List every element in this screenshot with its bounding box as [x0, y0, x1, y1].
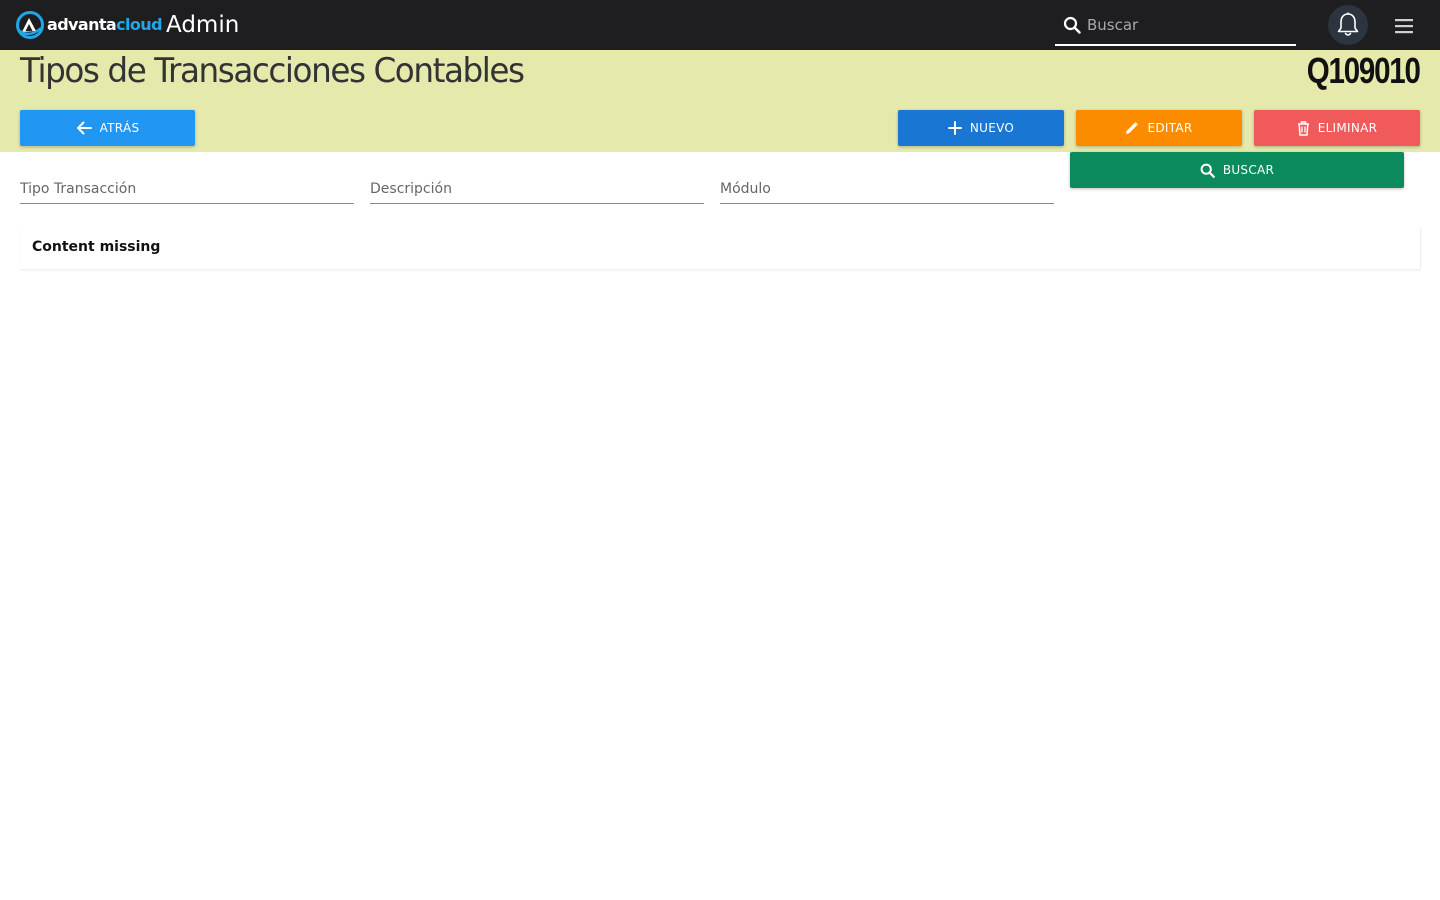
- global-search[interactable]: [1055, 6, 1296, 46]
- results-panel: Content missing: [20, 228, 1421, 270]
- top-navbar: advantacloud Admin: [0, 0, 1440, 50]
- new-button-label: NUEVO: [969, 121, 1015, 135]
- content-missing-message: Content missing: [32, 239, 161, 255]
- search-icon: [1200, 163, 1215, 178]
- brand-name: advantacloud: [47, 11, 163, 39]
- app-title: Admin: [166, 12, 240, 38]
- tipo-transaccion-field: [20, 175, 354, 204]
- delete-button-label: ELIMINAR: [1317, 121, 1378, 135]
- back-button-label: ATRÁS: [99, 121, 140, 135]
- global-search-input[interactable]: [1087, 16, 1287, 34]
- descripcion-input[interactable]: [370, 175, 704, 203]
- main-menu-button[interactable]: [1389, 11, 1419, 41]
- new-button[interactable]: NUEVO: [898, 110, 1064, 146]
- brand-name-part1: advanta: [47, 15, 117, 34]
- search-button-label: BUSCAR: [1222, 163, 1275, 177]
- arrow-left-icon: [76, 121, 92, 135]
- modulo-input[interactable]: [720, 175, 1054, 203]
- back-button[interactable]: ATRÁS: [20, 110, 195, 146]
- page-title: Tipos de Transacciones Contables: [20, 51, 525, 91]
- delete-button[interactable]: ELIMINAR: [1254, 110, 1420, 146]
- page-code: Q109010: [1307, 50, 1421, 91]
- trash-icon: [1297, 120, 1309, 136]
- tipo-transaccion-input[interactable]: [20, 175, 354, 203]
- search-icon: [1063, 16, 1081, 34]
- advanta-logo-icon: [16, 11, 44, 39]
- notifications-button[interactable]: [1328, 5, 1368, 45]
- pencil-icon: [1126, 122, 1139, 134]
- bell-icon: [1337, 12, 1359, 36]
- brand-logo[interactable]: advantacloud: [16, 11, 163, 39]
- modulo-field: [720, 175, 1054, 204]
- edit-button[interactable]: EDITAR: [1076, 110, 1242, 146]
- descripcion-field: [370, 175, 704, 204]
- brand-name-part2: cloud: [116, 15, 162, 34]
- edit-button-label: EDITAR: [1147, 121, 1193, 135]
- hamburger-icon: [1395, 19, 1413, 34]
- plus-icon: [947, 121, 962, 135]
- search-button[interactable]: BUSCAR: [1070, 152, 1404, 188]
